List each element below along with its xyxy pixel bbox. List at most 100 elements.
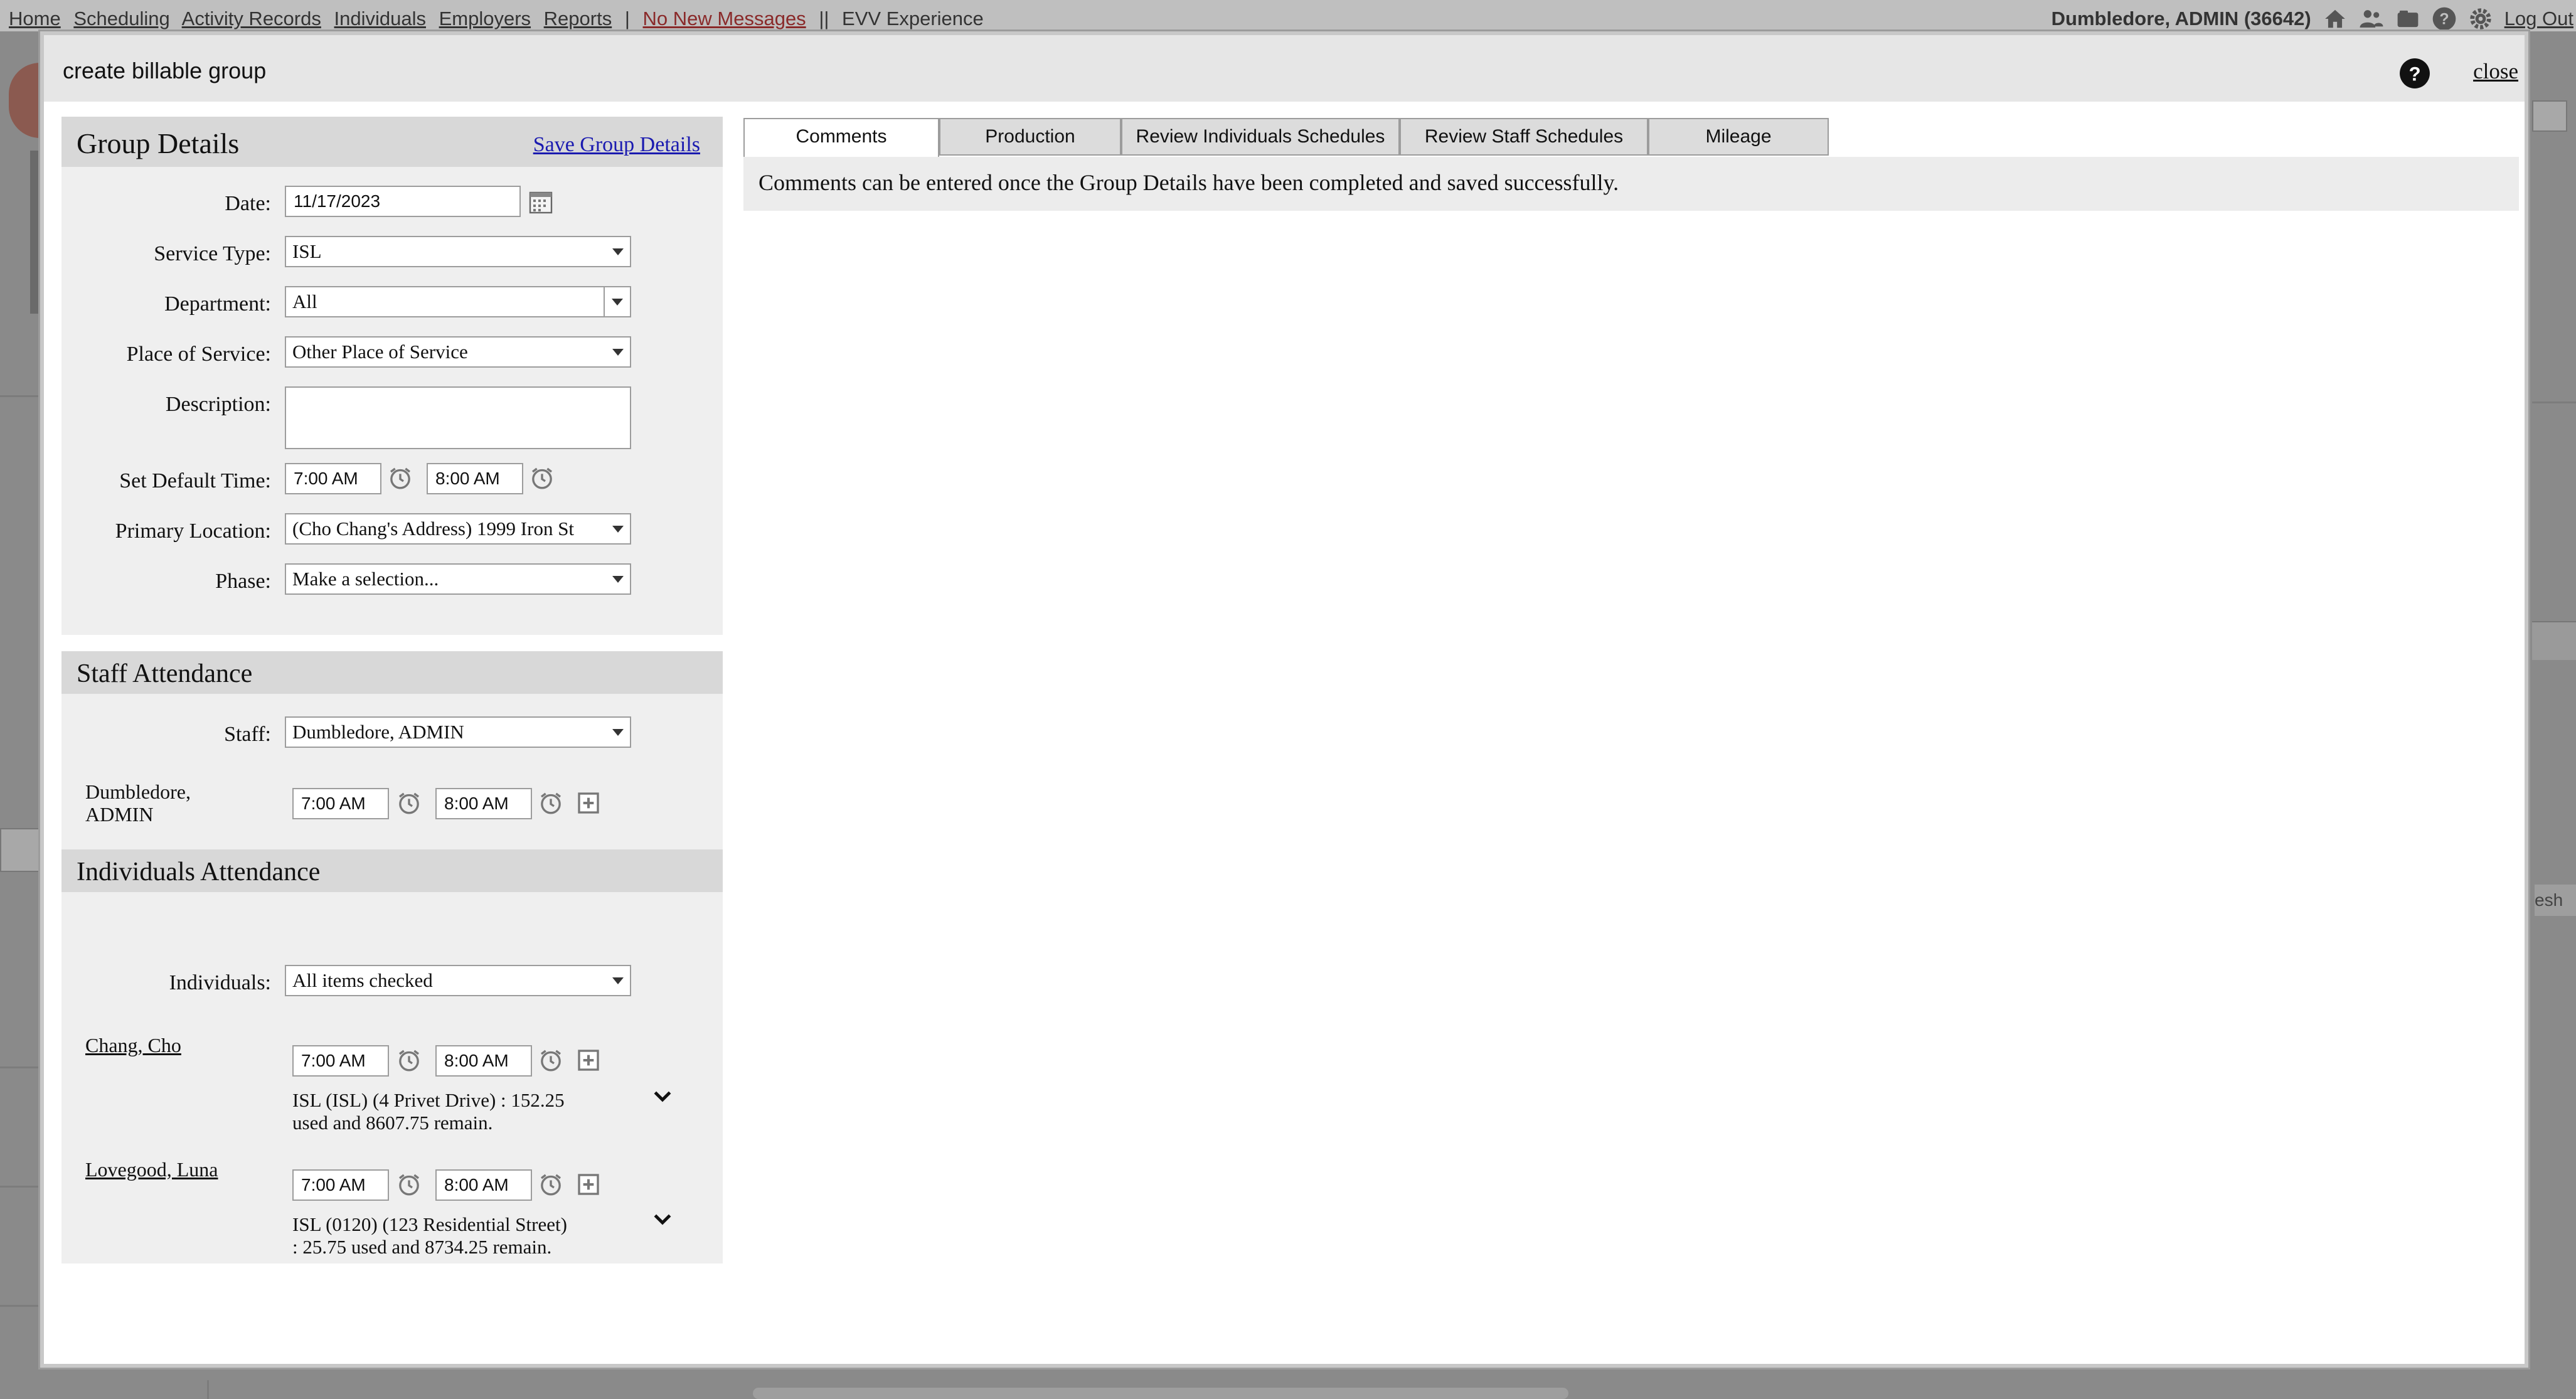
clock-icon[interactable] [397,1048,422,1073]
background-divider [0,1305,40,1307]
background-scrollbar[interactable] [753,1388,1568,1399]
clock-icon[interactable] [538,1172,563,1197]
create-billable-group-dialog: create billable group ? close Group Deta… [40,31,2528,1368]
top-navigation-bar: Home Scheduling Activity Records Individ… [0,0,2576,31]
department-row: Department: All [61,286,723,321]
help-icon[interactable]: ? [2399,58,2430,89]
dialog-header: create billable group ? close [44,35,2525,102]
individuals-select[interactable]: All items checked [285,965,631,996]
nav-reports[interactable]: Reports [544,8,612,29]
clock-icon[interactable] [397,1172,422,1197]
background-button-fragment[interactable]: esh [2535,885,2576,916]
add-icon[interactable] [576,790,601,816]
chevron-down-icon[interactable] [650,1207,675,1232]
nav-employers[interactable]: Employers [439,8,531,29]
individuals-row: Individuals: All items checked [61,965,723,1000]
place-of-service-select[interactable]: Other Place of Service [285,336,631,368]
service-type-select[interactable]: ISL [285,236,631,267]
nav-messages[interactable]: No New Messages [643,8,806,29]
individual-name-link[interactable]: Lovegood, Luna [85,1158,218,1181]
chevron-down-icon[interactable] [650,1084,675,1109]
staff-value: Dumbledore, ADMIN [292,721,464,743]
group-details-header: Group Details Save Group Details [61,117,723,167]
logout-link[interactable]: Log Out [2504,8,2573,30]
individuals-attendance-header: Individuals Attendance [61,849,723,892]
help-circle-icon[interactable]: ? [2432,6,2457,31]
clock-icon[interactable] [538,790,563,816]
dialog-title: create billable group [63,58,267,83]
users-icon[interactable] [2359,6,2384,31]
individual-start-time-input[interactable]: 7:00 AM [292,1045,389,1077]
tab-mileage[interactable]: Mileage [1648,118,1829,156]
chevron-down-icon [612,526,624,533]
department-value: All [292,290,317,312]
background-button-text: esh [2535,890,2563,910]
date-row: Date: 11/17/2023 [61,186,723,221]
staff-start-time-input[interactable]: 7:00 AM [292,788,389,819]
individual-name-link[interactable]: Chang, Cho [85,1034,181,1056]
clock-icon[interactable] [538,1048,563,1073]
section-spacer [61,635,723,651]
nav-separator: | [624,8,630,29]
date-label: Date: [225,192,271,215]
background-divider [0,395,40,397]
authorization-summary: ISL (ISL) (4 Privet Drive) : 152.25 used… [292,1089,619,1134]
clock-icon[interactable] [397,790,422,816]
nav-scheduling[interactable]: Scheduling [73,8,169,29]
background-divider [0,1186,40,1188]
tab-review-individuals-schedules[interactable]: Review Individuals Schedules [1121,118,1400,156]
nav-evv-experience[interactable]: EVV Experience [842,8,984,29]
svg-text:?: ? [2408,63,2420,85]
description-textarea[interactable] [285,386,631,449]
save-group-details-link[interactable]: Save Group Details [533,133,700,157]
department-dropdown-button[interactable] [604,287,630,316]
clock-icon[interactable] [530,465,555,491]
chevron-down-icon [612,576,624,583]
authorization-line: ISL (0120) (123 Residential Street) [292,1213,567,1235]
tab-comments[interactable]: Comments [743,118,939,158]
background-divider [207,1380,209,1399]
nav-individuals[interactable]: Individuals [334,8,426,29]
tab-production[interactable]: Production [939,118,1121,156]
default-end-time-input[interactable]: 8:00 AM [427,463,523,494]
add-icon[interactable] [576,1048,601,1073]
gear-icon[interactable] [2468,6,2493,31]
current-user-name: Dumbledore, ADMIN (36642) [2051,8,2311,29]
individual-end-time-input[interactable]: 8:00 AM [435,1045,532,1077]
staff-attendance-heading: Staff Attendance [77,659,253,688]
background-logo-fragment [9,63,40,138]
primary-location-value: (Cho Chang's Address) 1999 Iron St [292,518,575,540]
background-photo-fragment [30,151,40,314]
staff-attendance-header: Staff Attendance [61,651,723,694]
folder-icon[interactable] [2395,6,2420,31]
authorization-line: : 25.75 used and 8734.25 remain. [292,1236,552,1258]
individual-end-time-input[interactable]: 8:00 AM [435,1169,532,1201]
nav-home[interactable]: Home [9,8,61,29]
background-divider [0,1067,40,1068]
nav-activity-records[interactable]: Activity Records [182,8,321,29]
nav-separator-double: || [819,8,829,29]
default-start-time-input[interactable]: 7:00 AM [285,463,381,494]
background-dropdown-fragment[interactable] [2532,100,2567,132]
department-select[interactable]: All [285,286,631,317]
tab-review-staff-schedules[interactable]: Review Staff Schedules [1400,118,1648,156]
home-icon[interactable] [2323,6,2348,31]
close-dialog-link[interactable]: close [2473,59,2518,84]
comments-panel: Comments can be entered once the Group D… [743,157,2519,211]
staff-end-time-input[interactable]: 8:00 AM [435,788,532,819]
date-input[interactable]: 11/17/2023 [285,186,521,217]
individual-start-time-input[interactable]: 7:00 AM [292,1169,389,1201]
phase-label: Phase: [215,570,271,593]
description-label: Description: [165,393,271,416]
staff-attendance-form: Staff: Dumbledore, ADMIN Dumbledore, ADM… [61,694,723,849]
staff-select[interactable]: Dumbledore, ADMIN [285,716,631,748]
phase-select[interactable]: Make a selection... [285,563,631,595]
primary-location-select[interactable]: (Cho Chang's Address) 1999 Iron St [285,513,631,545]
chevron-down-icon [612,977,624,984]
background-input-fragment [0,828,40,872]
clock-icon[interactable] [388,465,413,491]
calendar-icon[interactable] [528,189,553,215]
left-column: Group Details Save Group Details Date: 1… [61,117,723,1263]
individuals-value: All items checked [292,969,433,991]
add-icon[interactable] [576,1172,601,1197]
